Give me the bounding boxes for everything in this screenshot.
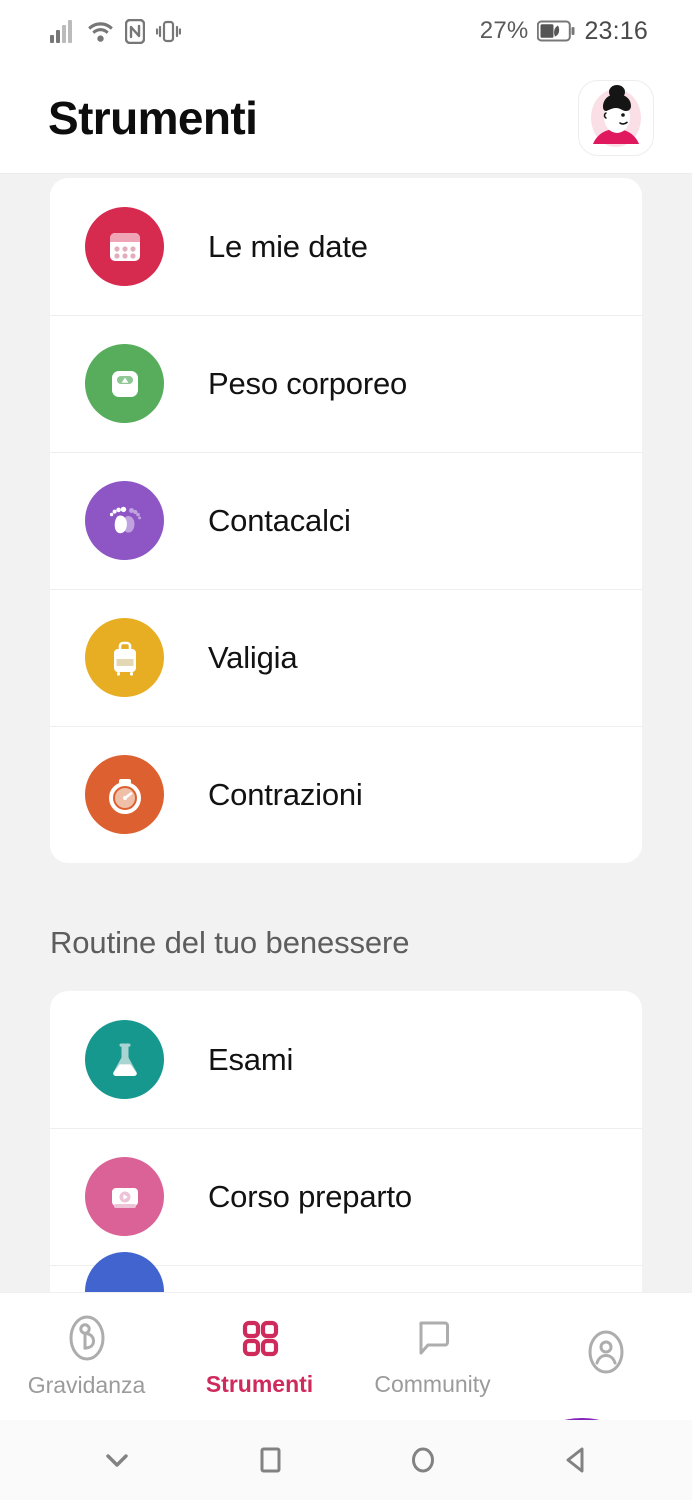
page-title: Strumenti <box>48 91 258 144</box>
clock-label: 23:16 <box>584 16 648 45</box>
phone-screen: 27% 23:16 Strumenti Le mie date Peso cor… <box>0 0 692 1500</box>
recents-square-icon[interactable] <box>250 1440 290 1480</box>
nav-item-strumenti[interactable]: Strumenti <box>173 1293 346 1420</box>
nav-item-label: Strumenti <box>205 1371 314 1397</box>
nav-item-label: Community <box>374 1371 491 1397</box>
stopwatch-icon <box>85 755 164 834</box>
battery-percent-label: 27% <box>479 17 529 44</box>
nav-item-community[interactable]: Community <box>346 1293 519 1420</box>
pregnancy-icon <box>65 1314 109 1362</box>
scale-icon <box>85 344 164 423</box>
list-item-label: Peso corporeo <box>208 365 408 401</box>
app-header: Strumenti <box>0 62 692 174</box>
wifi-icon <box>87 19 114 43</box>
chevron-down-icon[interactable] <box>97 1440 137 1480</box>
flask-icon <box>85 1020 164 1099</box>
profile-icon <box>584 1328 628 1376</box>
list-item-valigia[interactable]: Valigia <box>50 589 642 726</box>
status-bar-left-icons <box>50 18 181 44</box>
nfc-icon <box>125 18 145 44</box>
list-item-label: Esami <box>208 1041 294 1077</box>
video-icon <box>85 1157 164 1236</box>
nav-item-gravidanza[interactable]: Gravidanza <box>0 1293 173 1420</box>
status-bar-right-icons: 27% 23:16 <box>480 17 648 46</box>
suitcase-icon <box>85 618 164 697</box>
list-item-label: Valigia <box>208 639 298 675</box>
user-avatar[interactable] <box>578 79 654 156</box>
list-item-corso-preparto[interactable]: Corso preparto <box>50 1128 642 1265</box>
footprints-icon <box>85 481 164 560</box>
list-item-contacalci[interactable]: Contacalci <box>50 452 642 589</box>
vibrate-icon <box>156 19 181 44</box>
home-circle-icon[interactable] <box>403 1440 443 1480</box>
list-item-peso-corporeo[interactable]: Peso corporeo <box>50 315 642 452</box>
list-item-contrazioni[interactable]: Contrazioni <box>50 726 642 863</box>
list-item-label: Corso preparto <box>208 1178 412 1214</box>
calendar-icon <box>85 207 164 286</box>
list-item-label: Le mie date <box>208 228 368 264</box>
signal-bars-icon <box>50 19 76 43</box>
status-bar: 27% 23:16 <box>0 0 692 62</box>
list-item-esami[interactable]: Esami <box>50 991 642 1128</box>
back-triangle-icon[interactable] <box>556 1440 596 1480</box>
section-title-routine: Routine del tuo benessere <box>50 925 410 960</box>
battery-icon <box>537 20 575 42</box>
list-item-label: Contacalci <box>208 502 351 538</box>
list-item-le-mie-date[interactable]: Le mie date <box>50 178 642 315</box>
nav-item-profile[interactable] <box>519 1293 692 1420</box>
bottom-navigation: Gravidanza Strumenti Community <box>0 1292 692 1420</box>
list-item-label: Contrazioni <box>208 776 363 812</box>
android-navigation-bar <box>0 1420 692 1500</box>
nav-item-label: Gravidanza <box>27 1372 146 1398</box>
tools-card-primary: Le mie date Peso corporeo Contacalci Val… <box>50 178 642 863</box>
grid-icon <box>238 1315 282 1361</box>
chat-bubble-icon <box>411 1315 455 1361</box>
